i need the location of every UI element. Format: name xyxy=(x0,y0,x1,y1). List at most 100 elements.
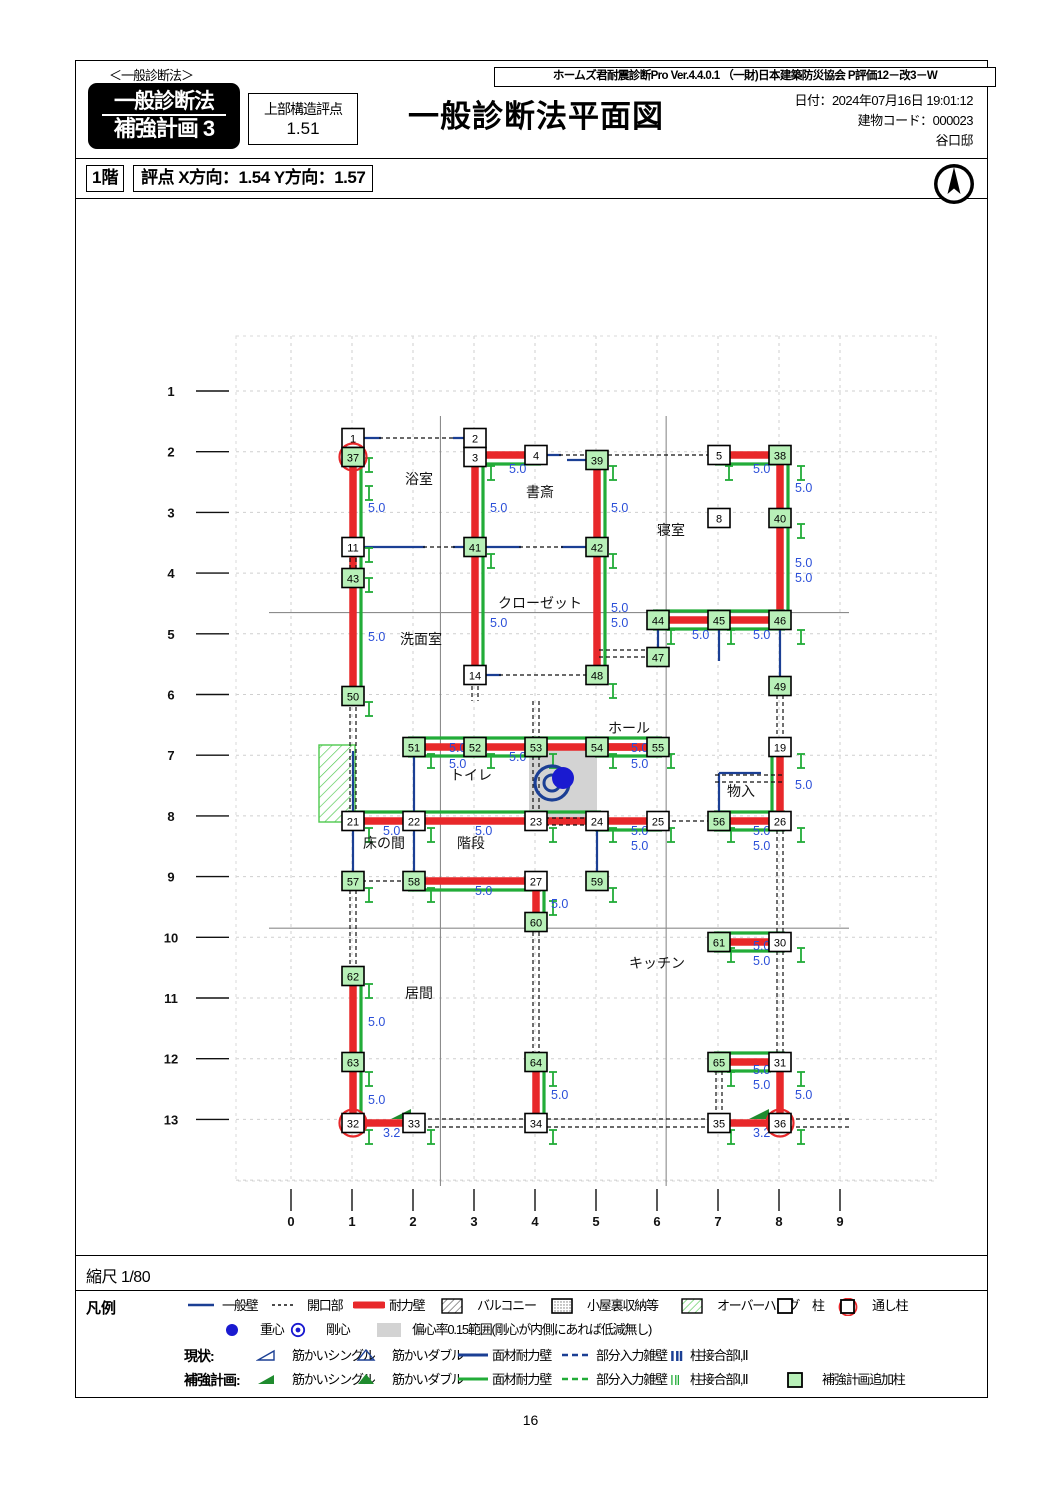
column-tag[interactable]: 46 xyxy=(768,609,792,631)
column-tag[interactable]: 50 xyxy=(341,685,365,707)
column-tag-id: 31 xyxy=(774,1058,786,1070)
column-tag-id: 41 xyxy=(469,543,481,555)
column-tag[interactable]: 40 xyxy=(768,507,792,529)
column-tag-id: 37 xyxy=(347,453,359,465)
column-tag[interactable]: 19 xyxy=(768,736,792,758)
structure-score-value: 1.51 xyxy=(286,119,320,138)
column-tag[interactable]: 48 xyxy=(585,664,609,686)
room-labels: 浴室書斎寝室クローゼット洗面室ホールトイレ物入床の間 階段キッチン居間 xyxy=(363,471,755,1001)
column-tag-id: 11 xyxy=(347,543,358,555)
wall-strength-value: 5.0 xyxy=(795,1088,812,1102)
column-tag-id: 5 xyxy=(716,451,722,463)
wall-strength-value: 5.0 xyxy=(753,824,770,838)
y-axis-tick-label: 13 xyxy=(164,1112,178,1127)
column-tag-id: 64 xyxy=(530,1058,542,1070)
column-tag[interactable]: 31 xyxy=(768,1051,792,1073)
column-tag[interactable]: 25 xyxy=(646,810,670,832)
column-tag[interactable]: 42 xyxy=(585,536,609,558)
legend-panel: 凡例 一般壁 開口部 耐力壁 バルコニー 小屋裏収納等 オーバーハング柱通し柱 重心 剛心偏… xyxy=(76,1291,987,1397)
column-tag[interactable]: 39 xyxy=(585,449,609,471)
column-tag[interactable]: 23 xyxy=(524,810,548,832)
legend-label: 重心 xyxy=(260,1322,285,1337)
legend-row-2: 重心 剛心 偏心率0.15範囲(剛心が内側にあれば低減無し) xyxy=(76,1319,987,1343)
column-tag[interactable]: 11 xyxy=(341,536,365,558)
x-axis-tick-label: 8 xyxy=(775,1214,782,1229)
column-tag[interactable]: 60 xyxy=(524,911,548,933)
column-tag[interactable]: 14 xyxy=(463,664,487,686)
column-tag-id: 53 xyxy=(530,743,542,755)
column-tag[interactable]: 64 xyxy=(524,1051,548,1073)
column-tag[interactable]: 34 xyxy=(524,1112,548,1134)
column-tag[interactable]: 41 xyxy=(463,536,487,558)
y-axis-tick-label: 8 xyxy=(167,809,174,824)
y-axis-tick-label: 3 xyxy=(167,505,174,520)
column-tag[interactable]: 44 xyxy=(646,609,670,631)
wall-strength-value: 5.0 xyxy=(795,481,812,495)
column-tag[interactable]: 21 xyxy=(341,810,365,832)
column-tag[interactable]: 2 xyxy=(463,427,487,449)
column-tag[interactable]: 22 xyxy=(402,810,426,832)
column-tag[interactable]: 5 xyxy=(707,444,731,466)
column-tag-id: 60 xyxy=(530,918,542,930)
column-tag[interactable]: 38 xyxy=(768,444,792,466)
page-number: 16 xyxy=(522,1412,539,1428)
column-tag-id: 19 xyxy=(774,743,786,755)
drawing-sheet: ＜一般診断法＞ 一般診断法 補強計画 3 上部構造評点 1.51 ホームズ君耐震… xyxy=(75,60,996,1398)
center-gravity-dot xyxy=(224,1322,240,1343)
column-tag[interactable]: 63 xyxy=(341,1051,365,1073)
legend-label: 一般壁 xyxy=(222,1298,259,1313)
product-version-bar: ホームズ君耐震診断Pro Ver.4.4.0.1 （一財)日本建築防災協会 P評… xyxy=(494,67,996,87)
column-tag[interactable]: 8 xyxy=(707,507,731,529)
column-tag[interactable]: 33 xyxy=(402,1112,426,1134)
column-tag[interactable]: 36 xyxy=(765,1108,795,1138)
column-tag[interactable]: 45 xyxy=(707,609,731,631)
through-column-circle xyxy=(836,1297,860,1321)
brace-single-filled-icon xyxy=(256,1372,276,1391)
wall-strength-value: 5.0 xyxy=(753,839,770,853)
column-tag-id: 50 xyxy=(347,692,359,704)
column-tag[interactable]: 27 xyxy=(524,870,548,892)
column-tag[interactable]: 24 xyxy=(585,810,609,832)
room-label: トイレ xyxy=(450,767,492,783)
column-tag[interactable]: 26 xyxy=(768,810,792,832)
y-axis-tick-label: 1 xyxy=(167,384,174,399)
column-tag[interactable]: 37 xyxy=(338,442,368,472)
column-tag[interactable]: 58 xyxy=(402,870,426,892)
column-tag[interactable]: 52 xyxy=(463,736,487,758)
column-tag[interactable]: 55 xyxy=(646,736,670,758)
column-tag-id: 58 xyxy=(408,877,420,889)
column-tag[interactable]: 4 xyxy=(524,444,548,466)
column-tag[interactable]: 61 xyxy=(707,931,731,953)
column-tag[interactable]: 3 xyxy=(463,446,487,468)
column-tag-id: 65 xyxy=(713,1058,725,1070)
column-tag-id: 2 xyxy=(472,434,478,446)
column-tag-id: 22 xyxy=(408,817,420,829)
column-tag[interactable]: 53 xyxy=(524,736,548,758)
brace-double-filled-icon xyxy=(356,1372,376,1391)
column-tag[interactable]: 62 xyxy=(341,965,365,987)
column-tag[interactable]: 65 xyxy=(707,1051,731,1073)
general-wall-line xyxy=(186,1298,216,1317)
column-tag[interactable]: 35 xyxy=(707,1112,731,1134)
wall-strength-value: 5.0 xyxy=(631,824,648,838)
column-tag[interactable]: 59 xyxy=(585,870,609,892)
column-tag[interactable]: 47 xyxy=(646,646,670,668)
x-axis-tick-label: 5 xyxy=(592,1214,599,1229)
column-tag[interactable]: 49 xyxy=(768,675,792,697)
column-tag[interactable]: 32 xyxy=(338,1108,368,1138)
column-tag[interactable]: 43 xyxy=(341,567,365,589)
column-tag[interactable]: 54 xyxy=(585,736,609,758)
room-label: 浴室 xyxy=(405,471,433,487)
column-tag[interactable]: 51 xyxy=(402,736,426,758)
column-tag[interactable]: 57 xyxy=(341,870,365,892)
room-label: 寝室 xyxy=(657,522,685,538)
column-tag-id: 35 xyxy=(713,1119,725,1131)
wall-strength-value: 5.0 xyxy=(368,501,385,515)
wall-strength-value: 5.0 xyxy=(692,628,709,642)
column-tag[interactable]: 56 xyxy=(707,810,731,832)
column-tag[interactable]: 30 xyxy=(768,931,792,953)
meta-owner: 谷口邸 xyxy=(935,133,973,149)
page-root: { "header": { "method_caption": "＜一般診断法＞… xyxy=(0,0,1061,1500)
y-axis-tick-label: 12 xyxy=(164,1052,178,1067)
wall-strength-value: 3.2 xyxy=(383,1126,400,1140)
